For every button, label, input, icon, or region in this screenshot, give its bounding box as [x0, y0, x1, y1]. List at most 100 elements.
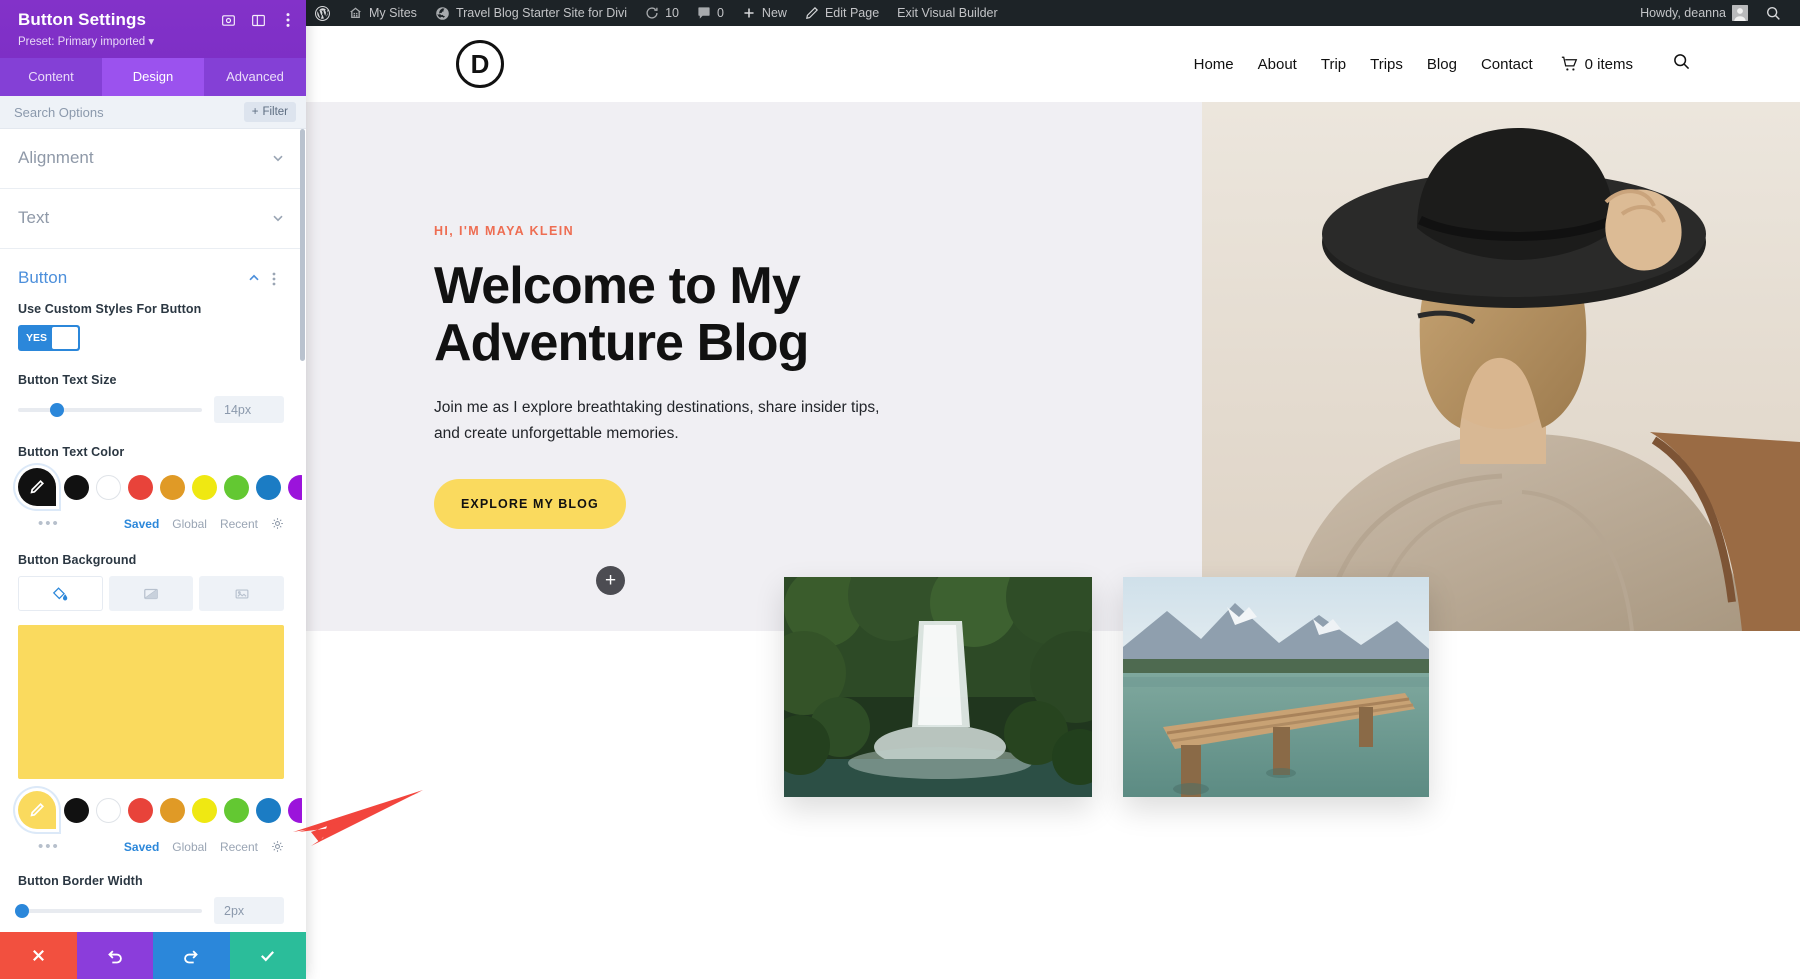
swatch-yellow[interactable]	[192, 474, 217, 500]
admin-bar-new-label: New	[761, 6, 787, 20]
site-logo[interactable]: D	[456, 40, 504, 88]
panel-layout-icon[interactable]	[250, 12, 266, 28]
visual-builder-canvas: D Home About Trip Trips Blog Contact 0 i…	[306, 26, 1800, 979]
nav-item-trips[interactable]: Trips	[1370, 56, 1403, 73]
field-button-border-width: Button Border Width 2px	[0, 874, 302, 924]
button-text-size-value[interactable]: 14px	[214, 396, 284, 423]
field-label-button-text-size: Button Text Size	[18, 373, 117, 387]
admin-bar-updates[interactable]: 10	[636, 0, 688, 26]
admin-bar-edit-page[interactable]: Edit Page	[796, 0, 888, 26]
nav-item-blog[interactable]: Blog	[1427, 56, 1457, 73]
hero-cta-button[interactable]: EXPLORE MY BLOG	[434, 479, 626, 530]
bg-tab-color[interactable]	[18, 576, 103, 611]
button-text-color-active-swatch[interactable]	[18, 468, 56, 506]
nav-item-about[interactable]: About	[1258, 56, 1297, 73]
swatch-red[interactable]	[128, 474, 153, 500]
image-card-lake-dock[interactable]	[1123, 577, 1429, 797]
admin-bar-search[interactable]	[1757, 0, 1790, 26]
swatch-white[interactable]	[96, 797, 121, 823]
nav-item-contact[interactable]: Contact	[1481, 56, 1533, 73]
search-icon	[1766, 6, 1781, 21]
more-options-icon[interactable]	[280, 12, 296, 28]
admin-bar-new[interactable]: New	[733, 0, 796, 26]
button-border-width-slider[interactable]	[14, 903, 202, 918]
filter-button[interactable]: + Filter	[243, 102, 296, 122]
nav-item-home[interactable]: Home	[1194, 56, 1234, 73]
swatch-black[interactable]	[64, 474, 89, 500]
cart-button[interactable]: 0 items	[1561, 56, 1633, 73]
plus-icon: +	[251, 106, 259, 118]
slider-knob[interactable]	[49, 402, 64, 417]
swatch-orange[interactable]	[160, 797, 185, 823]
screen-root: D Home About Trip Trips Blog Contact 0 i…	[0, 0, 1800, 979]
admin-bar-comments[interactable]: 0	[688, 0, 733, 26]
tab-design[interactable]: Design	[102, 58, 204, 96]
admin-bar-account[interactable]: Howdy, deanna	[1631, 0, 1757, 26]
nav-item-trip[interactable]: Trip	[1321, 56, 1346, 73]
admin-bar-exit-visual-builder[interactable]: Exit Visual Builder	[888, 0, 1007, 26]
section-toggle-text[interactable]: Text	[0, 189, 302, 249]
swatch-green[interactable]	[224, 797, 249, 823]
swatch-black[interactable]	[64, 797, 89, 823]
swatch-green[interactable]	[224, 474, 249, 500]
palette-expand-dots[interactable]: •••	[38, 839, 60, 854]
palette-link-saved[interactable]: Saved	[124, 517, 159, 531]
slider-knob[interactable]	[14, 903, 29, 918]
discard-changes-button[interactable]	[0, 932, 77, 979]
palette-link-recent[interactable]: Recent	[220, 840, 258, 854]
cart-count-label: 0 items	[1584, 55, 1633, 73]
panel-preset-selector[interactable]: Preset: Primary imported ▾	[18, 34, 292, 48]
tab-content[interactable]: Content	[0, 58, 102, 96]
save-button[interactable]	[229, 932, 306, 979]
hero-eyebrow: HI, I'M MAYA KLEIN	[434, 224, 574, 238]
field-button-text-color: Button Text Color ••• Saved Global Recen…	[0, 445, 302, 533]
palette-links: Saved Global Recent	[124, 517, 284, 531]
image-card-waterfall[interactable]	[784, 577, 1092, 797]
chevron-down-icon	[272, 212, 284, 224]
button-border-width-value[interactable]: 2px	[214, 897, 284, 924]
search-input[interactable]	[14, 104, 236, 120]
palette-link-recent[interactable]: Recent	[220, 517, 258, 531]
button-text-size-row: 14px	[18, 396, 284, 423]
wordpress-logo-menu[interactable]	[306, 0, 339, 26]
swatch-white[interactable]	[96, 474, 121, 500]
section-more-options-icon[interactable]	[272, 272, 284, 286]
responsive-preview-icon[interactable]	[220, 12, 236, 28]
swatch-purple[interactable]	[288, 797, 302, 823]
admin-bar-site-name[interactable]: Travel Blog Starter Site for Divi	[426, 0, 636, 26]
add-module-button[interactable]: +	[596, 566, 625, 595]
undo-button[interactable]	[76, 932, 153, 979]
button-background-color-preview[interactable]	[18, 625, 284, 779]
gear-icon[interactable]	[271, 840, 284, 853]
palette-link-global[interactable]: Global	[172, 517, 207, 531]
admin-bar-my-sites-label: My Sites	[369, 6, 417, 20]
palette-expand-dots[interactable]: •••	[38, 516, 60, 531]
use-custom-styles-toggle[interactable]: YES	[18, 325, 80, 351]
button-text-size-slider[interactable]	[18, 402, 202, 417]
bg-tab-gradient[interactable]	[108, 576, 194, 611]
button-background-active-swatch[interactable]	[18, 791, 56, 829]
swatch-purple[interactable]	[288, 474, 302, 500]
button-border-width-row: 2px	[14, 897, 284, 924]
cart-icon	[1561, 56, 1578, 72]
search-icon[interactable]	[1673, 53, 1690, 75]
swatch-yellow[interactable]	[192, 797, 217, 823]
panel-scroll-area: Alignment Text Button Use Custom Styles …	[0, 129, 302, 932]
swatch-blue[interactable]	[256, 797, 281, 823]
swatch-red[interactable]	[128, 797, 153, 823]
redo-button[interactable]	[153, 932, 230, 979]
tab-advanced[interactable]: Advanced	[204, 58, 306, 96]
palette-link-saved[interactable]: Saved	[124, 840, 159, 854]
section-toggle-alignment[interactable]: Alignment	[0, 129, 302, 189]
section-toggle-button[interactable]: Button	[0, 249, 302, 302]
bg-tab-image[interactable]	[199, 576, 285, 611]
admin-bar-my-sites[interactable]: My Sites	[339, 0, 426, 26]
gear-icon[interactable]	[271, 517, 284, 530]
section-label-button: Button	[18, 268, 68, 287]
swatch-blue[interactable]	[256, 474, 281, 500]
chevron-up-icon[interactable]	[248, 272, 260, 284]
hero-section: HI, I'M MAYA KLEIN Welcome to My Adventu…	[306, 102, 1800, 631]
panel-scrollbar[interactable]	[300, 129, 305, 361]
palette-link-global[interactable]: Global	[172, 840, 207, 854]
swatch-orange[interactable]	[160, 474, 185, 500]
